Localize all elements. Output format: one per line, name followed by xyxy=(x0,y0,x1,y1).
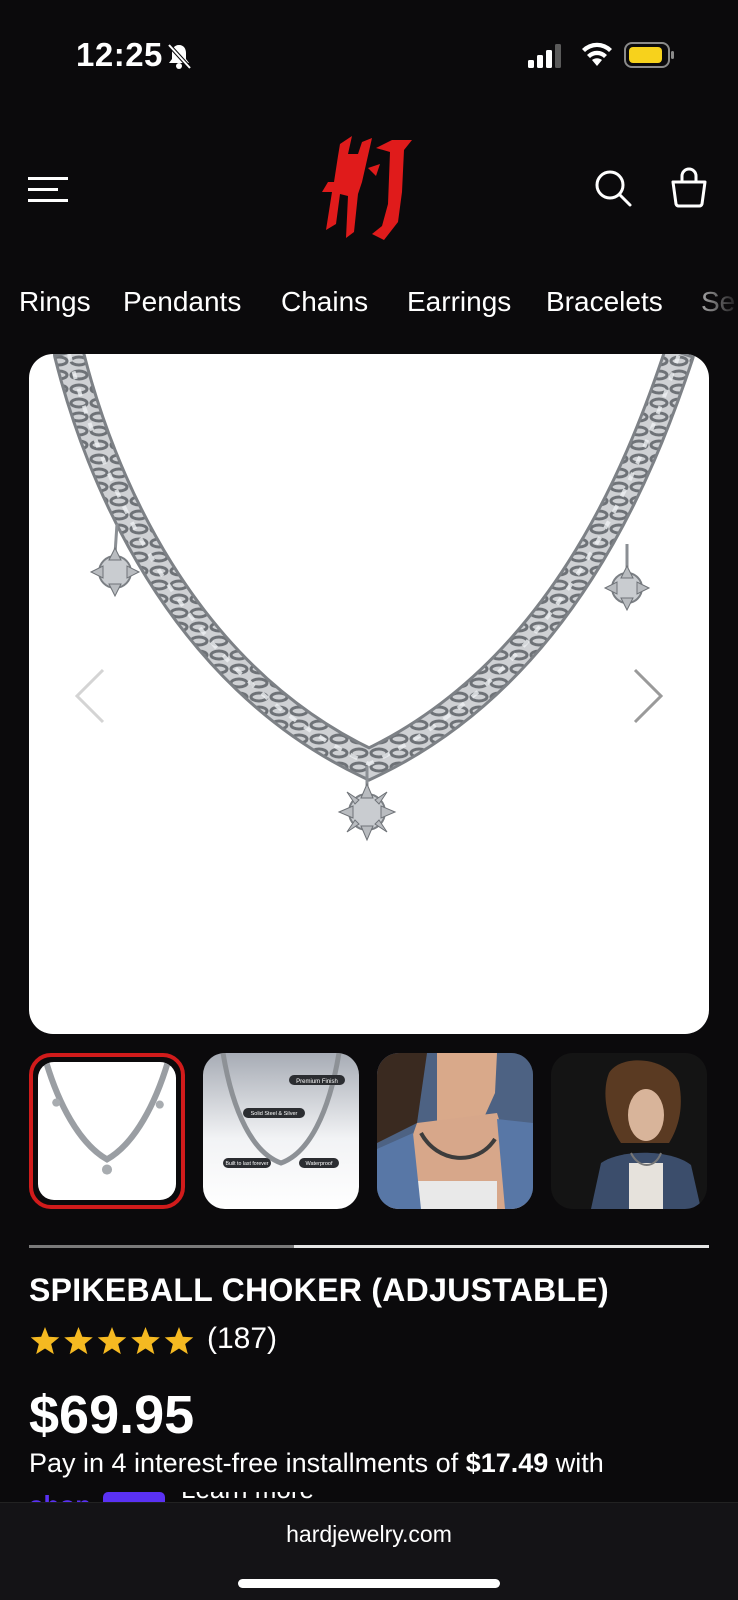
thumbnail-1[interactable] xyxy=(29,1053,185,1209)
necklace-image xyxy=(53,354,695,842)
category-pendants[interactable]: Pendants xyxy=(123,286,241,318)
callout-waterproof: Waterproof xyxy=(305,1161,332,1167)
browser-address-bar[interactable]: hardjewelry.com xyxy=(0,1502,738,1600)
status-time: 12:25 xyxy=(76,36,163,73)
status-bar: 12:25 xyxy=(0,0,738,110)
menu-icon[interactable] xyxy=(28,175,70,205)
installments-suffix: with xyxy=(548,1448,604,1478)
star-icon xyxy=(30,1327,60,1355)
main-product-image[interactable] xyxy=(29,354,709,1034)
product-title: SPIKEBALL CHOKER (ADJUSTABLE) xyxy=(29,1272,609,1308)
installments-text: Pay in 4 interest-free installments of $… xyxy=(29,1448,604,1479)
thumbnail-model-closeup-image xyxy=(377,1053,533,1209)
category-chains[interactable]: Chains xyxy=(281,286,368,318)
thumbnail-features-image: Premium Finish Solid Steel & Silver Buil… xyxy=(220,1053,345,1168)
bag-icon[interactable] xyxy=(670,166,708,208)
gallery-progress-track xyxy=(29,1245,709,1248)
battery-icon xyxy=(624,42,674,68)
brand-logo[interactable] xyxy=(318,134,418,242)
signal-icon xyxy=(528,44,561,68)
installment-amount: $17.49 xyxy=(465,1448,549,1478)
star-icon xyxy=(97,1327,127,1355)
category-rings[interactable]: Rings xyxy=(19,286,91,318)
star-icon xyxy=(164,1327,194,1355)
browser-url[interactable]: hardjewelry.com xyxy=(0,1521,738,1548)
review-count[interactable]: (187) xyxy=(207,1322,277,1356)
thumbnail-2[interactable]: Premium Finish Solid Steel & Silver Buil… xyxy=(203,1053,359,1209)
thumbnail-strip: Premium Finish Solid Steel & Silver Buil… xyxy=(29,1053,709,1211)
bell-slash-icon xyxy=(167,43,192,70)
home-indicator xyxy=(238,1579,500,1588)
wifi-icon xyxy=(582,42,612,66)
next-image-arrow-icon[interactable] xyxy=(627,666,667,726)
callout-built-to-last: Built to last forever xyxy=(226,1161,269,1167)
category-earrings[interactable]: Earrings xyxy=(407,286,511,318)
thumbnail-necklace-image xyxy=(43,1062,171,1175)
site-header xyxy=(0,120,738,260)
search-icon[interactable] xyxy=(593,168,633,208)
star-icon xyxy=(64,1327,93,1355)
callout-premium-finish: Premium Finish xyxy=(296,1079,338,1085)
spikeball-charm-center xyxy=(337,766,397,842)
gallery-progress-fill xyxy=(29,1245,295,1248)
spikeball-charm-right xyxy=(603,544,651,612)
callout-solid-steel: Solid Steel & Silver xyxy=(251,1111,298,1117)
product-price: $69.95 xyxy=(29,1385,195,1445)
category-nav: Rings Pendants Chains Earrings Bracelets… xyxy=(0,280,738,330)
rating-stars-icon xyxy=(30,1327,194,1355)
installments-prefix: Pay in 4 interest-free installments of xyxy=(29,1448,466,1478)
thumbnail-4[interactable] xyxy=(551,1053,707,1209)
thumbnail-3[interactable] xyxy=(377,1053,533,1209)
thumbnail-model-portrait-image xyxy=(551,1053,707,1209)
star-icon xyxy=(131,1327,160,1355)
category-fade xyxy=(678,280,738,330)
previous-image-arrow-icon[interactable] xyxy=(71,666,111,726)
category-bracelets[interactable]: Bracelets xyxy=(546,286,663,318)
